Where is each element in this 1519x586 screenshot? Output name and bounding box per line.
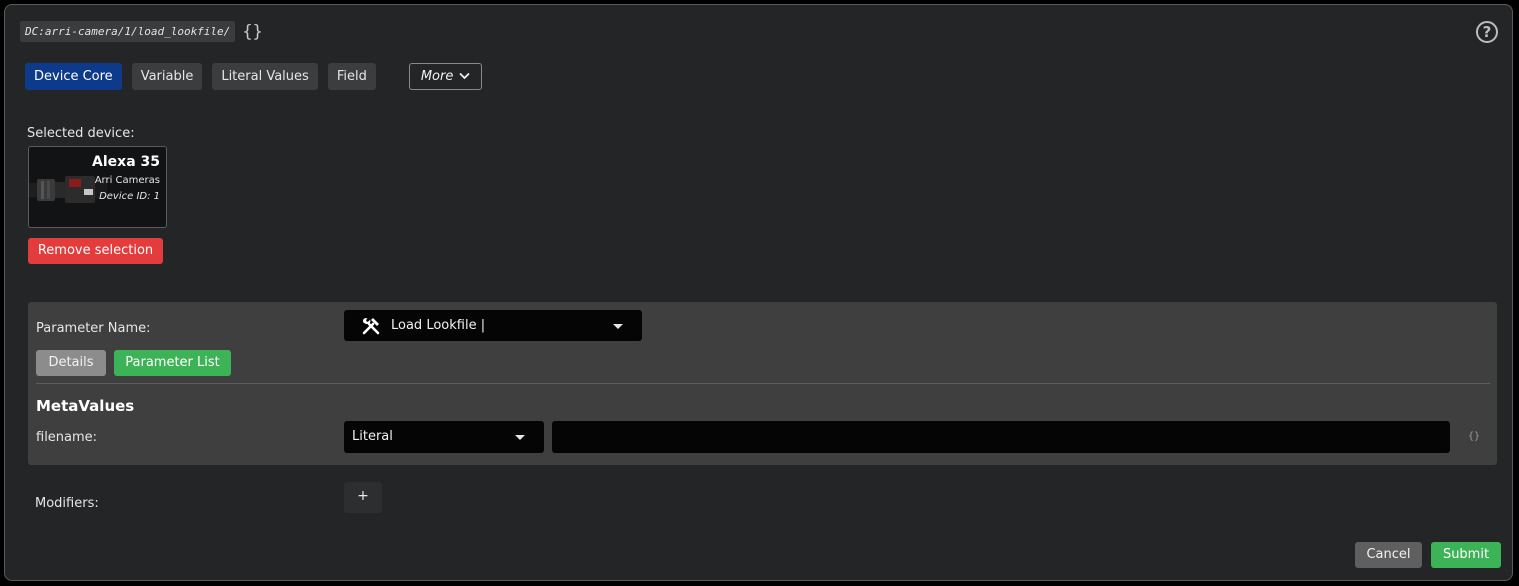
expression-braces-button[interactable]: {} bbox=[242, 22, 262, 42]
details-button[interactable]: Details bbox=[36, 350, 106, 376]
section-divider bbox=[36, 383, 1490, 384]
filename-mode-value: Literal bbox=[352, 429, 393, 444]
tab-device-core[interactable]: Device Core bbox=[25, 63, 122, 90]
tools-icon bbox=[362, 317, 380, 334]
parameter-name-select[interactable]: Load Lookfile | bbox=[344, 310, 642, 341]
tab-field[interactable]: Field bbox=[327, 63, 376, 90]
modal-panel: DC:arri-camera/1/load_lookfile/ {} ? Dev… bbox=[4, 4, 1513, 581]
filename-mode-select[interactable]: Literal bbox=[344, 421, 544, 453]
chevron-down-icon bbox=[459, 64, 470, 89]
device-id: Device ID: 1 bbox=[99, 191, 160, 202]
question-circle-icon[interactable]: ? bbox=[1476, 21, 1498, 43]
metavalues-title: MetaValues bbox=[36, 397, 135, 415]
caret-down-icon bbox=[515, 435, 525, 440]
parameter-list-button[interactable]: Parameter List bbox=[114, 350, 231, 376]
path-row: DC:arri-camera/1/load_lookfile/ {} bbox=[20, 21, 263, 42]
more-label: More bbox=[420, 69, 454, 84]
source-tabs: Device Core Variable Literal Values Fiel… bbox=[25, 63, 483, 90]
device-manufacturer: Arri Cameras bbox=[94, 175, 160, 186]
filename-expression-button[interactable]: {} bbox=[1468, 431, 1480, 442]
modifiers-label: Modifiers: bbox=[35, 496, 99, 511]
caret-down-icon bbox=[613, 324, 623, 329]
parameter-name-label: Parameter Name: bbox=[36, 321, 151, 336]
device-card[interactable]: Alexa 35 Arri Cameras Device ID: 1 bbox=[28, 146, 167, 228]
tab-variable[interactable]: Variable bbox=[131, 63, 203, 90]
device-name: Alexa 35 bbox=[92, 154, 160, 170]
device-path-label: DC:arri-camera/1/load_lookfile/ bbox=[20, 21, 236, 42]
parameter-name-value: Load Lookfile | bbox=[391, 318, 486, 333]
add-modifier-button[interactable]: + bbox=[344, 482, 382, 513]
parameter-section: Parameter Name: Load Lookfile | Details … bbox=[28, 302, 1497, 465]
more-dropdown-button[interactable]: More bbox=[408, 63, 483, 90]
tab-literal-values[interactable]: Literal Values bbox=[212, 63, 318, 90]
remove-selection-button[interactable]: Remove selection bbox=[28, 238, 163, 264]
cancel-button[interactable]: Cancel bbox=[1355, 542, 1422, 568]
filename-input[interactable] bbox=[552, 421, 1450, 453]
submit-button[interactable]: Submit bbox=[1431, 542, 1501, 568]
selected-device-label: Selected device: bbox=[27, 126, 135, 141]
filename-label: filename: bbox=[36, 430, 98, 445]
